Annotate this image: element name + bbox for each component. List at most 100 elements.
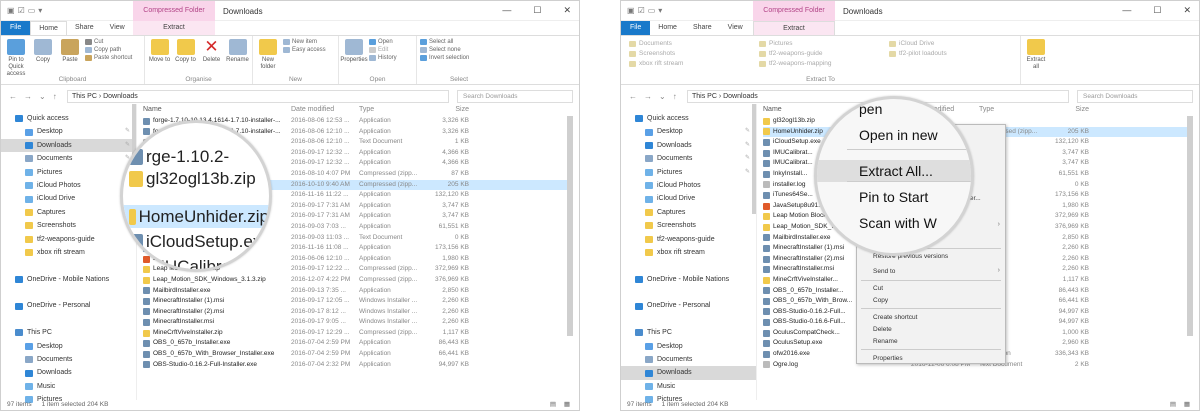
folder-icon[interactable]: ▣ [7,6,15,15]
copy-to-button[interactable]: Copy to [174,39,197,64]
sidebar-item[interactable]: xbox rift stream [621,246,756,259]
back-arrow-icon[interactable]: ← [629,92,637,101]
invert-selection-button[interactable]: Invert selection [420,55,469,61]
scrollbar[interactable] [567,116,573,336]
sidebar-item[interactable]: OneDrive - Personal [621,299,756,312]
sidebar-item[interactable]: Screenshots [1,219,136,232]
column-name[interactable]: Name [143,104,291,116]
properties-icon[interactable]: ☑ [18,6,25,15]
sidebar-item[interactable]: Downloads [1,366,136,379]
tab-view[interactable]: View [720,21,751,35]
easy-access-button[interactable]: Easy access [283,47,326,53]
search-input[interactable]: Search Downloads [1077,89,1193,103]
new-folder-button[interactable]: New folder [256,39,280,71]
extract-destination[interactable]: iCloud Drive [889,40,1019,47]
history-button[interactable]: History [369,55,397,61]
extract-destination[interactable]: Screenshots [629,50,759,57]
tab-home[interactable]: Home [30,21,67,35]
view-toggle-icons[interactable]: ▤ ▦ [1170,400,1193,410]
sidebar-item[interactable]: iCloud Photos [621,179,756,192]
new-folder-icon[interactable]: ▭ [648,6,656,15]
sidebar-item[interactable]: Quick access [621,112,756,125]
folder-icon[interactable]: ▣ [627,6,635,15]
sidebar-item[interactable]: iCloud Drive [621,192,756,205]
extract-destination[interactable]: tf2-weapons-mapping [759,60,889,67]
back-arrow-icon[interactable]: ← [9,92,17,101]
sidebar-item[interactable]: Downloads ✎ [1,138,136,153]
edit-button[interactable]: Edit [369,47,397,53]
maximize-icon[interactable]: ☐ [1153,5,1161,16]
table-row[interactable]: OBS-Studio-0.16.2-Full-Installer.exe 2016… [143,360,573,371]
paste-button[interactable]: Paste [58,39,82,64]
table-row[interactable]: OBS_0_657b_Installer.exe 2016-07-04 2:59 … [143,338,573,349]
address-path[interactable]: This PC › Downloads [67,89,449,103]
forward-arrow-icon[interactable]: → [644,92,652,101]
open-button[interactable]: Open [369,39,397,45]
view-toggle-icons[interactable]: ▤ ▦ [550,400,573,410]
scrollbar[interactable] [1187,116,1193,336]
pin-quick-access-button[interactable]: Pin to Quick access [4,39,28,78]
context-menu-item[interactable]: Cut [873,285,883,292]
extract-all-button[interactable]: Extract all [1024,39,1048,71]
sidebar-item[interactable]: Music [621,380,756,393]
sidebar-item[interactable]: Documents [621,353,756,366]
move-to-button[interactable]: Move to [148,39,171,64]
table-row[interactable]: Leap_Motion_SDK_Windows_3.1.3.zip 2016-12… [143,275,573,286]
extract-destination[interactable]: xbox rift stream [629,60,759,67]
chevron-down-icon[interactable]: ⌄ [39,92,46,101]
context-menu-item[interactable]: Send to [873,268,895,275]
paste-shortcut-button[interactable]: Paste shortcut [85,55,132,61]
sidebar-item[interactable]: iCloud Photos [1,179,136,192]
column-date[interactable]: Date modified [291,104,359,116]
context-menu-item[interactable]: Create shortcut [873,314,917,321]
sidebar-item[interactable]: Documents ✎ [621,152,756,165]
chevron-down-icon[interactable]: ▾ [38,6,42,15]
sidebar-item[interactable]: Desktop [621,340,756,353]
delete-button[interactable]: ✕ Delete [200,38,223,64]
tab-view[interactable]: View [102,21,133,35]
sidebar-item[interactable]: xbox rift stream [1,246,136,259]
tab-file[interactable]: File [621,21,651,35]
close-icon[interactable]: ✕ [563,5,571,16]
context-menu-item[interactable]: Properties [873,355,903,362]
sidebar-item[interactable]: Screenshots [621,219,756,232]
sidebar-item[interactable]: Captures [1,206,136,219]
sidebar-item[interactable]: Downloads ✎ [621,139,756,152]
sidebar-item[interactable]: Documents [1,353,136,366]
column-type[interactable]: Type [979,104,1045,116]
up-arrow-icon[interactable]: ↑ [53,92,57,101]
tab-share[interactable]: Share [67,21,102,35]
select-all-button[interactable]: Select all [420,39,469,45]
sidebar-item[interactable]: Quick access [1,112,136,125]
tab-extract[interactable]: Extract [133,21,215,35]
search-input[interactable]: Search Downloads [457,89,573,103]
sidebar-item[interactable]: OneDrive - Personal [1,299,136,312]
table-row[interactable]: OBS_0_657b_With_Browser_Installer.exe 201… [143,349,573,360]
sidebar-item[interactable]: This PC [621,326,756,339]
extract-destination[interactable]: Pictures [759,40,889,47]
tab-extract[interactable]: Extract [753,21,835,35]
sidebar-item[interactable]: Pictures✎ [1,166,136,179]
cut-button[interactable]: Cut [85,39,132,45]
context-menu-item[interactable]: Delete [873,326,892,333]
minimize-icon[interactable]: — [1122,5,1131,16]
sidebar-item[interactable]: OneDrive - Mobile Nations [1,273,136,286]
chevron-down-icon[interactable]: ⌄ [659,92,666,101]
rename-button[interactable]: Rename [226,39,249,64]
tab-home[interactable]: Home [650,21,685,35]
table-row[interactable]: MinecraftInstaller.msi 2016-09-17 9:05 ..… [143,317,573,328]
sidebar-item[interactable]: Music [1,380,136,393]
extract-destination[interactable]: tf2-pilot loadouts [889,50,1019,57]
sidebar-item[interactable]: Desktop ✎ [1,125,136,138]
extract-destination[interactable]: Documents [629,40,759,47]
scrollbar[interactable] [752,104,756,214]
sidebar-item[interactable]: OneDrive - Mobile Nations [621,273,756,286]
sidebar-item[interactable]: Captures [621,206,756,219]
sidebar-item[interactable]: Downloads [621,366,756,380]
maximize-icon[interactable]: ☐ [533,5,541,16]
properties-icon[interactable]: ☑ [638,6,645,15]
table-row[interactable]: MineCrftViveInstaller.zip 2016-09-17 12:2… [143,328,573,339]
context-menu-item[interactable]: Rename [873,338,898,345]
up-arrow-icon[interactable]: ↑ [673,92,677,101]
copy-button[interactable]: Copy [31,39,55,64]
